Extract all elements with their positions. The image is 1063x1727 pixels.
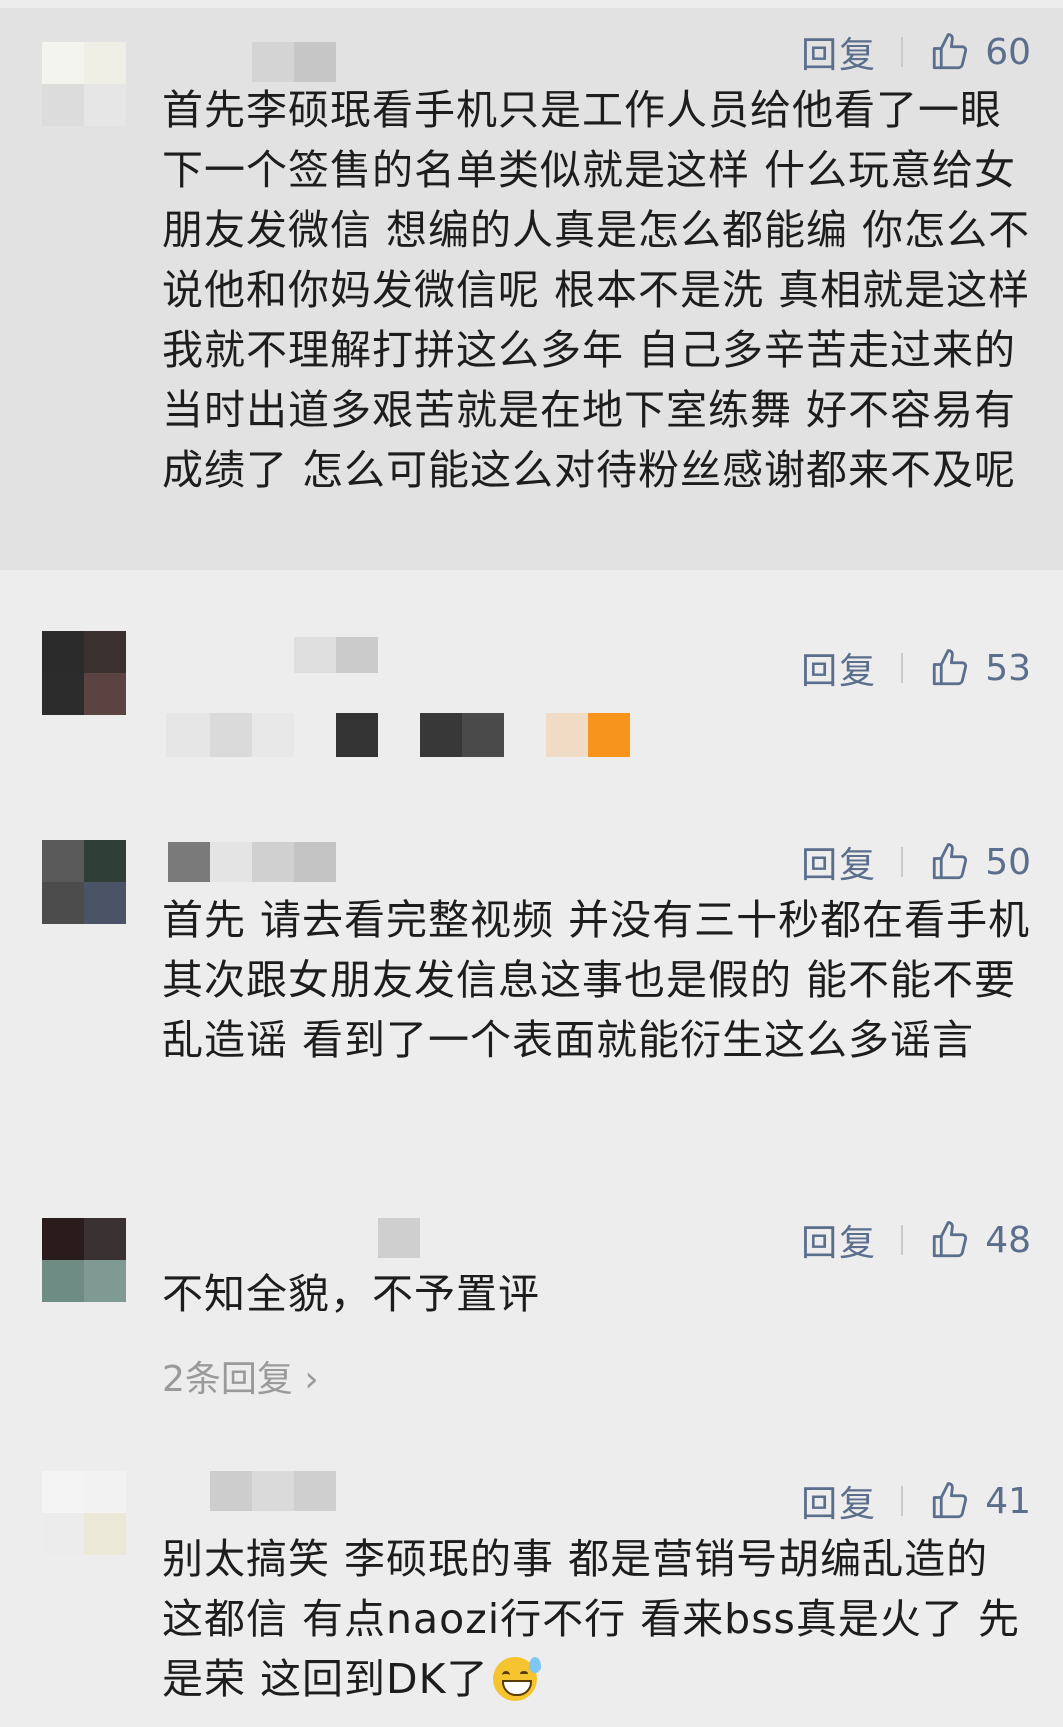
like-count: 60 — [985, 31, 1031, 73]
comment-actions: 回复 53 — [801, 642, 1031, 694]
divider — [901, 847, 904, 877]
like-count: 50 — [985, 841, 1031, 883]
reply-button[interactable]: 回复 — [801, 642, 877, 694]
divider — [901, 1225, 904, 1255]
reply-button[interactable]: 回复 — [801, 1475, 877, 1527]
comment-item[interactable]: 回复 48 不知全貌，不予置评 2条回复 › — [0, 1200, 1063, 1410]
comment-actions: 回复 60 — [801, 26, 1031, 78]
comment-text: 不知全貌，不予置评 — [162, 1270, 540, 1318]
like-button[interactable]: 50 — [929, 841, 1031, 883]
redacted-content — [420, 713, 504, 757]
comment-item[interactable]: 回复 53 — [0, 615, 1063, 785]
like-count: 53 — [985, 647, 1031, 689]
comment-actions: 回复 48 — [801, 1214, 1031, 1266]
avatar[interactable] — [42, 631, 126, 715]
like-count: 48 — [985, 1219, 1031, 1261]
like-button[interactable]: 48 — [929, 1219, 1031, 1261]
comment-text: 首先李硕珉看手机只是工作人员给他看了一眼下一个签售的名单类似就是这样 什么玩意给… — [162, 86, 1031, 494]
replies-count-label: 2条回复 — [162, 1359, 293, 1400]
username-redacted[interactable] — [210, 1471, 336, 1511]
comment-actions: 回复 50 — [801, 836, 1031, 888]
like-count: 41 — [985, 1480, 1031, 1522]
username-redacted[interactable] — [294, 637, 378, 673]
like-button[interactable]: 53 — [929, 647, 1031, 689]
reply-button[interactable]: 回复 — [801, 836, 877, 888]
sweat-smile-emoji-icon — [492, 1657, 541, 1701]
redacted-content — [336, 713, 378, 757]
divider — [901, 37, 904, 67]
comment-actions: 回复 41 — [801, 1475, 1031, 1527]
thumbs-up-icon — [933, 649, 968, 686]
redacted-content — [546, 713, 630, 757]
reply-button[interactable]: 回复 — [801, 1214, 877, 1266]
avatar[interactable] — [42, 1218, 126, 1302]
view-replies-link[interactable]: 2条回复 › — [162, 1350, 319, 1402]
comment-item[interactable]: 回复 50 首先 请去看完整视频 并没有三十秒都在看手机 其次跟女朋友发信息这事… — [0, 820, 1063, 1140]
username-redacted[interactable] — [168, 842, 336, 882]
comment-text: 别太搞笑 李硕珉的事 都是营销号胡编乱造的 这都信 有点naozi行不行 看来b… — [162, 1535, 1020, 1703]
comment-text-wrapper: 别太搞笑 李硕珉的事 都是营销号胡编乱造的 这都信 有点naozi行不行 看来b… — [162, 1529, 1032, 1709]
comment-text: 首先 请去看完整视频 并没有三十秒都在看手机 其次跟女朋友发信息这事也是假的 能… — [162, 896, 1031, 1064]
like-button[interactable]: 60 — [929, 31, 1031, 73]
thumbs-up-icon — [933, 1482, 968, 1519]
reply-button[interactable]: 回复 — [801, 26, 877, 78]
comment-item[interactable]: 回复 41 别太搞笑 李硕珉的事 都是营销号胡编乱造的 这都信 有点naozi行… — [0, 1455, 1063, 1727]
avatar[interactable] — [42, 840, 126, 924]
comment-item[interactable]: 回复 60 首先李硕珉看手机只是工作人员给他看了一眼下一个签售的名单类似就是这样… — [0, 8, 1063, 570]
thumbs-up-icon — [933, 1221, 968, 1258]
like-button[interactable]: 41 — [929, 1480, 1031, 1522]
username-redacted[interactable] — [378, 1218, 420, 1258]
thumbs-up-icon — [933, 33, 968, 70]
thumbs-up-icon — [933, 843, 968, 880]
username-redacted[interactable] — [252, 42, 336, 82]
avatar[interactable] — [42, 1471, 126, 1555]
chevron-right-icon: › — [292, 1359, 319, 1400]
avatar[interactable] — [42, 42, 126, 126]
redacted-content — [166, 713, 294, 757]
divider — [901, 653, 904, 683]
divider — [901, 1486, 904, 1516]
